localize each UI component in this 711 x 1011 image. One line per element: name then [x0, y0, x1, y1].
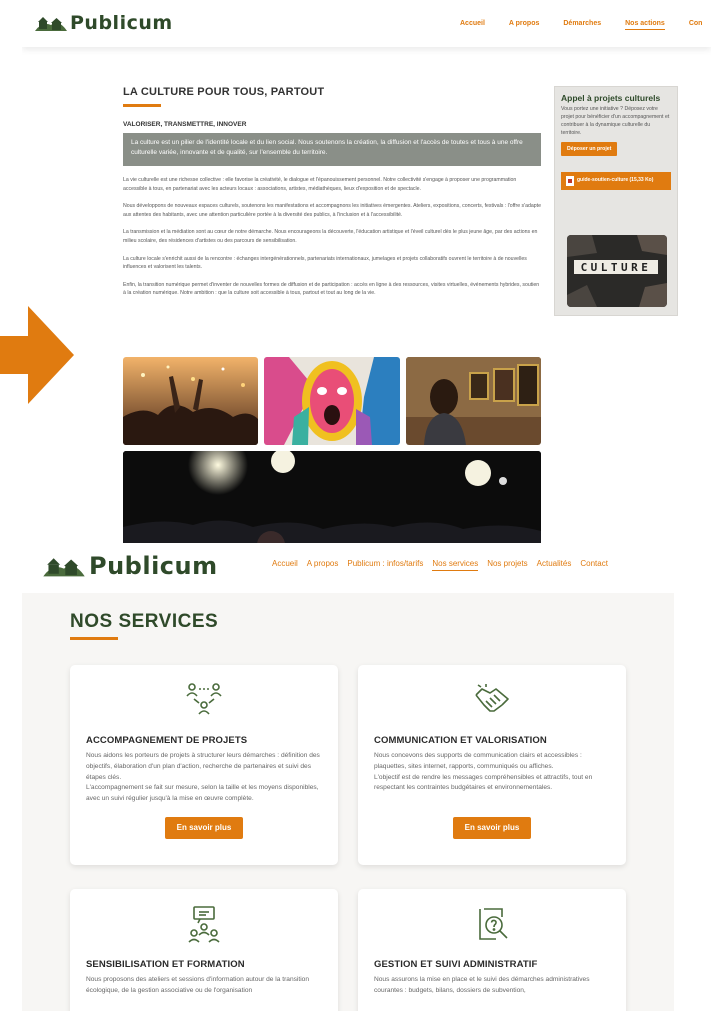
submit-project-button[interactable]: Déposer un projet — [561, 142, 618, 156]
card-title: GESTION ET SUIVI ADMINISTRATIF — [374, 959, 538, 970]
services-page-screenshot: Publicum Accueil A propos Publicum : inf… — [22, 543, 674, 1011]
nav-demarches[interactable]: Démarches — [563, 20, 601, 30]
village-logo-icon — [35, 17, 67, 31]
street-art-face-photo[interactable] — [264, 357, 400, 445]
culture-page-screenshot: Publicum Accueil A propos Démarches Nos … — [22, 0, 711, 550]
culture-tiles-word: CULTURE — [581, 261, 652, 274]
photo-gallery — [123, 357, 541, 445]
card-text: Nous assurons la mise en place et le sui… — [374, 976, 590, 994]
nav-accueil[interactable]: Accueil — [460, 20, 485, 30]
article-paragraph: Enfin, la transition numérique permet d'… — [123, 281, 540, 297]
document-search-icon — [479, 908, 508, 940]
nav-nos-actions[interactable]: Nos actions — [625, 20, 665, 30]
people-network-icon — [186, 683, 222, 715]
article-content: LA CULTURE POUR TOUS, PARTOUT VALORISER,… — [123, 86, 541, 298]
sidebar-title: Appel à projets culturels — [561, 93, 661, 103]
nav-nos-services[interactable]: Nos services — [432, 559, 479, 571]
section-title: NOS SERVICES — [70, 611, 219, 632]
museum-visitor-photo[interactable] — [406, 357, 541, 445]
nav-infos-tarifs[interactable]: Publicum : infos/tarifs — [347, 559, 423, 571]
services-section: NOS SERVICES ACCOMPAGNEMENT DE PROJETS N… — [22, 593, 674, 1011]
page-subtitle: VALORISER, TRANSMETTRE, INNOVER — [123, 121, 247, 128]
download-guide-link[interactable]: guide-soutien-culture (15,33 Ko) — [561, 172, 671, 190]
publicum-logo[interactable]: Publicum — [42, 552, 218, 580]
article-paragraph: La vie culturelle est une richesse colle… — [123, 177, 517, 192]
section-title-underline — [70, 637, 118, 640]
festival-crowd-photo[interactable] — [123, 357, 258, 445]
training-group-icon — [188, 906, 220, 943]
concert-stage-photo[interactable] — [123, 451, 541, 550]
title-underline — [123, 104, 161, 107]
publicum-logo[interactable]: Publicum — [34, 12, 173, 34]
orange-arrow-icon — [0, 306, 74, 404]
call-for-projects-sidebar: Appel à projets culturels Vous portez un… — [554, 86, 678, 316]
brand-name: Publicum — [70, 12, 173, 34]
card-title: COMMUNICATION ET VALORISATION — [374, 735, 547, 746]
village-logo-icon — [43, 558, 85, 577]
card-text: Nous aidons les porteurs de projets à st… — [86, 752, 320, 781]
card-title: ACCOMPAGNEMENT DE PROJETS — [86, 735, 248, 746]
download-file-label: guide-soutien-culture (15,33 Ko) — [577, 177, 654, 183]
nav-accueil[interactable]: Accueil — [272, 559, 298, 571]
bottom-main-nav: Accueil A propos Publicum : infos/tarifs… — [272, 559, 617, 571]
pdf-file-icon — [566, 176, 574, 186]
learn-more-button[interactable]: En savoir plus — [165, 816, 243, 839]
culture-tiles-image: CULTURE — [567, 235, 667, 307]
service-card-accompagnement: ACCOMPAGNEMENT DE PROJETS Nous aidons le… — [70, 665, 338, 865]
top-header: Publicum Accueil A propos Démarches Nos … — [22, 0, 711, 47]
nav-nos-projets[interactable]: Nos projets — [487, 559, 527, 571]
article-paragraph: Nous développons de nouveaux espaces cul… — [123, 203, 541, 218]
card-text: Nous concevons des supports de communica… — [374, 752, 582, 770]
nav-contact-truncated[interactable]: Con — [689, 20, 703, 30]
sidebar-text: Vous portez une initiative ? Déposez vot… — [561, 106, 670, 136]
bottom-header: Publicum Accueil A propos Publicum : inf… — [22, 543, 674, 593]
card-text: L'accompagnement se fait sur mesure, sel… — [86, 784, 319, 803]
intro-highlight: La culture est un pilier de l'identité l… — [123, 133, 541, 166]
page-title: LA CULTURE POUR TOUS, PARTOUT — [123, 86, 325, 98]
card-title: SENSIBILISATION ET FORMATION — [86, 959, 245, 970]
learn-more-button[interactable]: En savoir plus — [453, 817, 531, 840]
top-main-nav: Accueil A propos Démarches Nos actions C… — [460, 20, 711, 30]
nav-a-propos[interactable]: A propos — [307, 559, 339, 571]
brand-name: Publicum — [89, 552, 218, 580]
article-paragraph: La culture locale s'enrichit aussi de la… — [123, 255, 527, 271]
service-card-communication: COMMUNICATION ET VALORISATION Nous conce… — [358, 665, 626, 865]
service-card-gestion: GESTION ET SUIVI ADMINISTRATIF Nous assu… — [358, 889, 626, 1011]
card-text: Nous proposons des ateliers et sessions … — [86, 976, 310, 994]
handshake-icon — [475, 684, 509, 712]
nav-actualites[interactable]: Actualités — [537, 559, 572, 571]
article-paragraph: La transmission et la médiation sont au … — [123, 229, 538, 244]
nav-a-propos[interactable]: A propos — [509, 20, 539, 30]
nav-contact[interactable]: Contact — [580, 559, 608, 571]
card-text: L'objectif est de rendre les messages co… — [374, 773, 593, 792]
service-card-sensibilisation: SENSIBILISATION ET FORMATION Nous propos… — [70, 889, 338, 1011]
